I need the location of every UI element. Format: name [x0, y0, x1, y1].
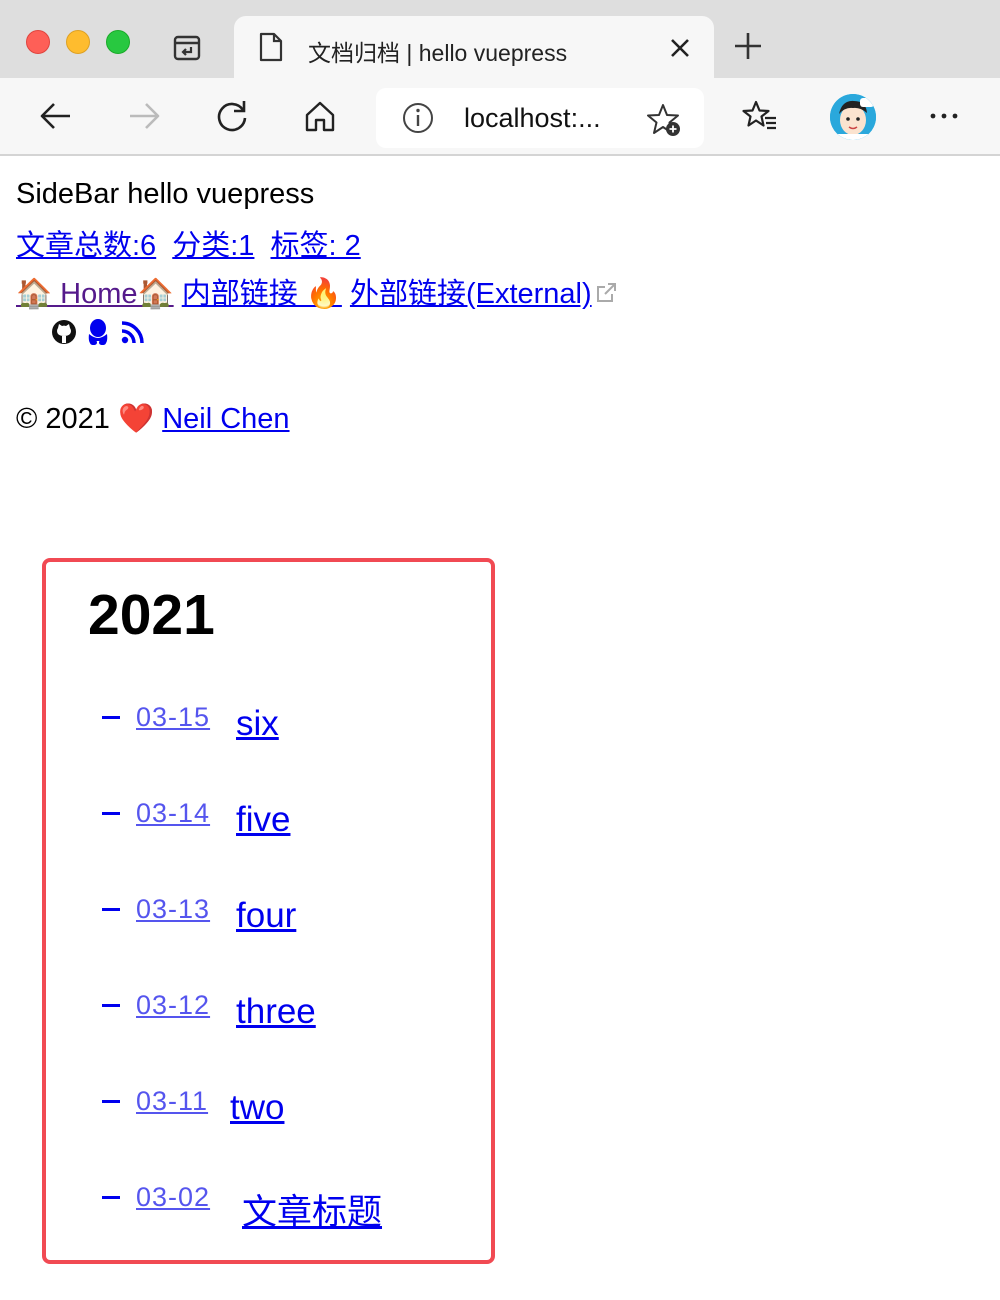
- post-date-link[interactable]: 03-13: [136, 894, 210, 925]
- archive-year: 2021: [88, 583, 215, 647]
- post-title-link[interactable]: four: [236, 896, 296, 936]
- post-title-link[interactable]: 文章标题: [242, 1184, 382, 1235]
- browser-tab-active[interactable]: 文档归档 | hello vuepress: [234, 16, 714, 78]
- new-tab-icon[interactable]: [732, 30, 764, 62]
- nav-external-link[interactable]: 外部链接(External): [350, 278, 592, 310]
- page-content: SideBar hello vuepress 文章总数:6 分类:1 标签: 2…: [0, 158, 1000, 1300]
- close-tab-icon[interactable]: [668, 36, 692, 60]
- list-bullet: [102, 1196, 120, 1199]
- list-bullet: [102, 812, 120, 815]
- nav-external-label: 外部链接(External): [349, 278, 592, 310]
- profile-avatar[interactable]: [830, 94, 876, 140]
- address-bar[interactable]: localhost:...: [376, 88, 704, 148]
- list-bullet: [102, 908, 120, 911]
- back-arrow-icon[interactable]: [38, 98, 74, 134]
- refresh-icon[interactable]: [214, 98, 250, 134]
- post-date-link[interactable]: 03-02: [136, 1182, 210, 1213]
- tab-title: 文档归档 | hello vuepress: [308, 40, 568, 66]
- tab-actions-icon[interactable]: [172, 33, 202, 63]
- profile-avatar-icon: [830, 94, 876, 140]
- post-title-link[interactable]: three: [236, 992, 316, 1032]
- author-link[interactable]: Neil Chen: [162, 403, 289, 435]
- rss-icon[interactable]: [119, 318, 147, 346]
- post-count-link[interactable]: 文章总数:6: [16, 230, 156, 262]
- blog-stats: 文章总数:6 分类:1 标签: 2: [16, 222, 369, 264]
- category-count-link[interactable]: 分类:1: [172, 230, 254, 262]
- post-date-link[interactable]: 03-11: [136, 1086, 208, 1117]
- list-bullet: [102, 716, 120, 719]
- post-title-link[interactable]: two: [230, 1088, 284, 1128]
- nav-links: 🏠 Home🏠 内部链接 🔥 外部链接(External): [16, 270, 618, 312]
- post-date-link[interactable]: 03-14: [136, 798, 210, 829]
- heart-icon: ❤️: [118, 403, 155, 435]
- post-date-link[interactable]: 03-12: [136, 990, 210, 1021]
- copyright-text: © 2021: [16, 403, 110, 435]
- archive-panel: 2021 03-15 six 03-14 five 03-13 four 03-…: [42, 558, 495, 1264]
- github-icon[interactable]: [50, 318, 78, 346]
- add-favorite-icon[interactable]: [646, 102, 682, 138]
- favorites-icon[interactable]: [742, 98, 778, 134]
- list-bullet: [102, 1100, 120, 1103]
- browser-toolbar: localhost:...: [0, 78, 1000, 156]
- browser-tab-bar: 文档归档 | hello vuepress: [0, 0, 1000, 78]
- nav-home-link[interactable]: 🏠 Home🏠: [16, 278, 174, 310]
- tag-count-link[interactable]: 标签: 2: [271, 230, 361, 262]
- nav-internal-link[interactable]: 内部链接 🔥: [182, 278, 342, 310]
- external-link-icon: [596, 283, 616, 302]
- social-links: [50, 318, 149, 348]
- forward-arrow-icon[interactable]: [126, 98, 162, 134]
- site-title: SideBar hello vuepress: [16, 178, 315, 210]
- footer: © 2021 ❤️ Neil Chen: [16, 402, 290, 436]
- post-date-link[interactable]: 03-15: [136, 702, 210, 733]
- qq-icon[interactable]: [84, 318, 112, 346]
- window-close-button[interactable]: [26, 30, 50, 54]
- more-options-icon[interactable]: [926, 98, 962, 134]
- post-title-link[interactable]: five: [236, 800, 290, 840]
- page-icon: [259, 32, 283, 62]
- window-zoom-button[interactable]: [106, 30, 130, 54]
- list-bullet: [102, 1004, 120, 1007]
- url-text[interactable]: localhost:...: [464, 103, 601, 134]
- site-info-icon[interactable]: [402, 102, 434, 134]
- home-icon[interactable]: [302, 98, 338, 134]
- window-minimize-button[interactable]: [66, 30, 90, 54]
- post-title-link[interactable]: six: [236, 704, 279, 744]
